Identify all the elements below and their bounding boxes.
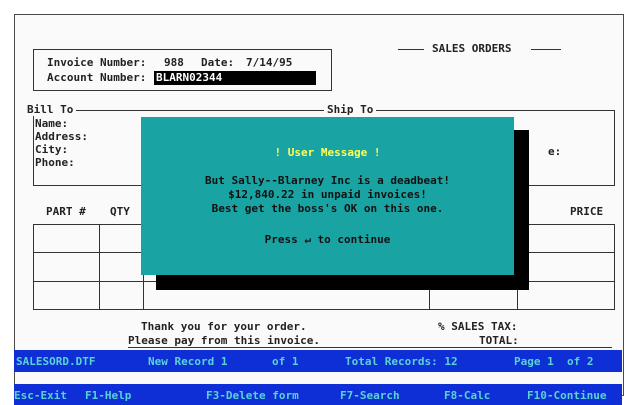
ship-to-title: Ship To <box>324 103 377 116</box>
status-bar: SALESORD.DTF New Record 1 of 1 Total Rec… <box>14 350 622 372</box>
dialog-message-line-3: Best get the boss's OK on this one. <box>211 202 444 215</box>
invoice-number-value[interactable]: 988 <box>164 56 184 69</box>
title-rule-left <box>398 49 424 50</box>
status-file-name: SALESORD.DTF <box>16 355 96 368</box>
f3-delete-form-key[interactable]: F3-Delete form <box>206 389 299 402</box>
f8-calc-key[interactable]: F8-Calc <box>444 389 490 402</box>
f1-help-key[interactable]: F1-Help <box>85 389 131 402</box>
name-label: Name: <box>35 117 69 130</box>
status-record-of: of 1 <box>272 355 299 368</box>
col-price-header: PRICE <box>570 205 604 218</box>
thank-you-text: Thank you for your order. <box>141 320 307 333</box>
account-number-field[interactable]: BLARN02344 <box>154 71 316 85</box>
f7-search-key[interactable]: F7-Search <box>340 389 400 402</box>
date-value[interactable]: 7/14/95 <box>246 56 292 69</box>
col-qty-header: QTY <box>110 205 130 218</box>
please-pay-text: Please pay from this invoice. <box>128 334 321 347</box>
invoice-number-label: Invoice Number: <box>47 56 147 69</box>
status-total-records: Total Records: 12 <box>345 355 458 368</box>
account-number-label: Account Number: <box>47 71 147 84</box>
function-key-bar: Esc-Exit F1-Help F3-Delete form F7-Searc… <box>14 384 622 405</box>
table-col-divider <box>99 224 100 309</box>
dialog-continue-prompt[interactable]: Press ↵ to continue <box>141 233 514 246</box>
sales-tax-label: % SALES TAX: <box>438 320 518 333</box>
dialog-message-line-2: $12,840.22 in unpaid invoices! <box>228 188 427 201</box>
total-label: TOTAL: <box>479 334 519 347</box>
page-title: SALES ORDERS <box>432 42 512 55</box>
bill-to-title: Bill To <box>27 103 77 116</box>
dialog-message-line-1: But Sally--Blarney Inc is a deadbeat! <box>204 174 451 187</box>
dialog-title: ! User Message ! <box>274 146 381 159</box>
f10-continue-key[interactable]: F10-Continue <box>527 389 606 402</box>
phone-label: Phone: <box>35 156 75 169</box>
title-rule-right <box>531 49 561 50</box>
date-label: Date: <box>201 56 235 69</box>
col-part-header: PART # <box>46 205 86 218</box>
status-record-mode: New Record 1 <box>148 355 228 368</box>
address-label: Address: <box>35 130 88 143</box>
esc-exit-key[interactable]: Esc-Exit <box>14 389 67 402</box>
ship-to-partial-label: e: <box>548 145 562 158</box>
footer-rule <box>128 347 612 348</box>
status-page: Page 1 of 2 <box>514 355 594 368</box>
user-message-dialog: ! User Message ! But Sally--Blarney Inc … <box>141 117 514 275</box>
city-label: City: <box>35 143 69 156</box>
